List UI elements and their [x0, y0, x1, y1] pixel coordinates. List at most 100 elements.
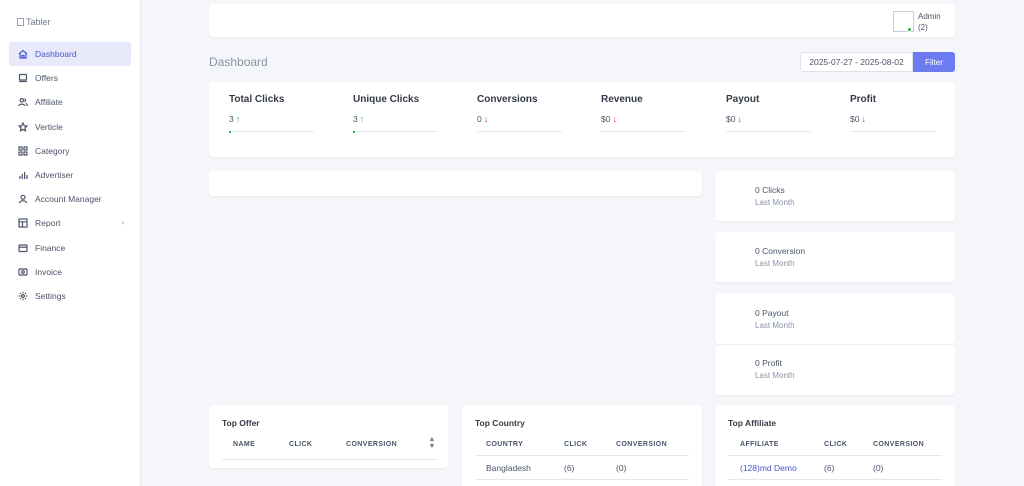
column-header[interactable]: CONVERSION: [346, 441, 397, 448]
sidebar-item-account-manager[interactable]: Account Manager: [9, 187, 131, 211]
arrow-up-icon: ↑: [235, 114, 241, 124]
arrow-up-icon: ↑: [359, 114, 365, 124]
chart-bars-icon: [18, 170, 28, 180]
sidebar-item-label: Verticle: [35, 121, 63, 132]
users-icon: [18, 97, 28, 107]
sidebar-item-settings[interactable]: Settings: [9, 284, 131, 308]
sidebar-item-dashboard[interactable]: Dashboard: [9, 42, 131, 66]
mini-card-value: 0 Profit: [755, 358, 782, 368]
stat-label: Unique Clicks: [353, 94, 420, 105]
column-header[interactable]: CLICK: [289, 441, 312, 448]
filter-button[interactable]: Filter: [913, 52, 955, 72]
star-icon: [18, 121, 28, 132]
divider: [475, 455, 689, 456]
mini-card-value: 0 Payout: [755, 308, 789, 318]
sidebar-item-label: Report: [35, 218, 61, 229]
column-header[interactable]: COUNTRY: [486, 441, 523, 448]
table-cell: (0): [616, 463, 627, 473]
column-header[interactable]: NAME: [233, 441, 255, 448]
stat-value: $0: [726, 114, 736, 124]
sidebar-item-label: Offers: [35, 73, 58, 84]
column-header[interactable]: CLICK: [564, 441, 587, 448]
stat-value: 3: [353, 114, 358, 124]
device-icon: [18, 73, 28, 83]
sidebar-item-offers[interactable]: Offers: [9, 66, 131, 90]
broken-image-icon: [17, 18, 24, 26]
home-icon: [18, 49, 28, 59]
stat-total-clicks: Total Clicks 3 ↑: [229, 94, 314, 133]
stat-label: Revenue: [601, 94, 643, 105]
table-cell: (6): [824, 463, 835, 473]
table-cell: (6): [564, 463, 575, 473]
table-cell: Bangladesh: [486, 463, 531, 473]
mini-card-conversion: 0 Conversion Last Month: [715, 232, 955, 282]
sidebar-item-label: Settings: [35, 290, 66, 301]
column-header[interactable]: CONVERSION: [873, 441, 924, 448]
stat-payout: Payout $0 ↓: [726, 94, 811, 132]
mini-card-period: Last Month: [755, 321, 795, 330]
gear-icon: [18, 291, 28, 301]
stats-card: Total Clicks 3 ↑ Unique Clicks 3 ↑ Convers…: [209, 82, 955, 157]
brand-logo-alt: Tabler: [26, 17, 51, 27]
mini-card-payout: 0 Payout Last Month: [715, 294, 955, 344]
stat-value: $0: [850, 114, 860, 124]
sidebar-item-label: Finance: [35, 242, 66, 253]
mini-card-period: Last Month: [755, 259, 795, 268]
sidebar-item-category[interactable]: Category: [9, 139, 131, 163]
column-header[interactable]: AFFILIATE: [740, 441, 779, 448]
sidebar-item-label: Affiliate: [35, 97, 63, 108]
stat-conversions: Conversions 0 ↓: [477, 94, 562, 132]
arrow-down-icon: ↓: [612, 114, 617, 124]
stat-progress: [726, 131, 811, 132]
top-affiliate-card: Top Affiliate AFFILIATE CLICK CONVERSION…: [715, 405, 955, 486]
sidebar-nav: Dashboard Offers Affiliate Verticle Cate…: [9, 42, 131, 308]
stat-progress: [850, 131, 935, 132]
brand-logo[interactable]: Tabler: [17, 17, 51, 27]
sidebar: Tabler Dashboard Offers Affiliate Vertic…: [0, 0, 141, 486]
divider: [222, 459, 436, 460]
column-header[interactable]: CONVERSION: [616, 441, 667, 448]
stat-label: Payout: [726, 94, 760, 105]
sidebar-item-report[interactable]: Report ›: [9, 211, 131, 235]
sidebar-item-invoice[interactable]: Invoice: [9, 260, 131, 284]
top-header: [209, 4, 955, 37]
stat-progress: [353, 130, 438, 133]
top-country-card: Top Country COUNTRY CLICK CONVERSION Ban…: [462, 405, 702, 486]
sidebar-item-advertiser[interactable]: Advertiser: [9, 163, 131, 187]
stat-progress: [229, 130, 314, 133]
column-header[interactable]: CLICK: [824, 441, 847, 448]
user-subtitle: (2): [918, 23, 928, 32]
date-range-input[interactable]: 2025-07-27 - 2025-08-02: [800, 52, 913, 72]
table-cell: (0): [873, 463, 884, 473]
stat-value: $0: [601, 114, 611, 124]
chevron-right-icon: ›: [121, 218, 124, 228]
divider: [728, 455, 942, 456]
sidebar-item-affiliate[interactable]: Affiliate: [9, 90, 131, 114]
sidebar-item-verticle[interactable]: Verticle: [9, 115, 131, 139]
page-title: Dashboard: [209, 55, 268, 69]
layout-icon: [18, 218, 28, 228]
cash-icon: [18, 267, 28, 277]
sidebar-item-label: Account Manager: [35, 194, 102, 205]
user-name: Admin: [918, 12, 941, 21]
mini-card-period: Last Month: [755, 371, 795, 380]
mini-card-profit: 0 Profit Last Month: [715, 345, 955, 395]
online-status-dot: [907, 27, 912, 32]
stat-profit: Profit $0 ↓: [850, 94, 935, 132]
sidebar-item-label: Invoice: [35, 266, 62, 277]
arrow-down-icon: ↓: [861, 114, 866, 124]
chart-card: [209, 171, 702, 196]
divider: [728, 479, 942, 480]
arrow-down-icon: ↓: [737, 114, 742, 124]
user-menu[interactable]: Admin (2): [918, 11, 941, 33]
stat-progress: [477, 131, 562, 132]
card-title: Top Offer: [222, 418, 260, 428]
mini-card-clicks: 0 Clicks Last Month: [715, 171, 955, 221]
stat-label: Profit: [850, 94, 877, 105]
card-title: Top Affiliate: [728, 418, 777, 428]
sort-icon[interactable]: ▲ ▼: [428, 436, 436, 450]
grid-icon: [18, 146, 28, 156]
sidebar-item-finance[interactable]: Finance: [9, 236, 131, 260]
arrow-down-icon: ↓: [483, 114, 489, 124]
affiliate-link[interactable]: (128)md Demo: [740, 463, 797, 473]
